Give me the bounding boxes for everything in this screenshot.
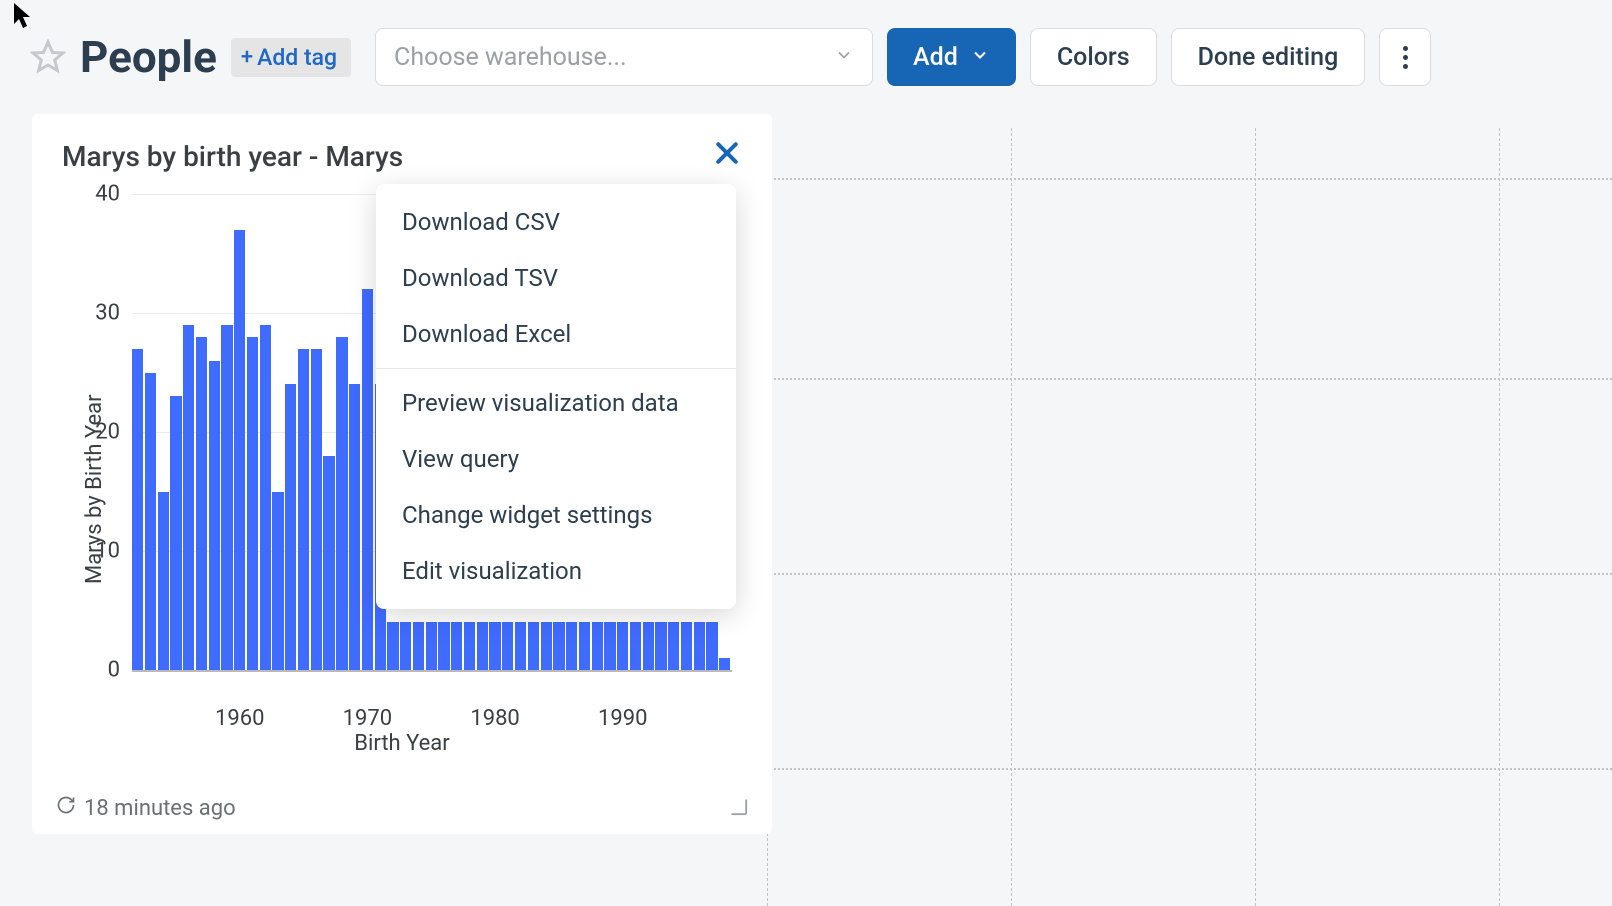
done-editing-button[interactable]: Done editing (1171, 28, 1366, 86)
bar[interactable] (489, 622, 500, 670)
more-actions-button[interactable] (1379, 28, 1431, 86)
bar[interactable] (630, 622, 641, 670)
bar[interactable] (541, 622, 552, 670)
bar[interactable] (298, 349, 309, 670)
bar[interactable] (502, 622, 513, 670)
x-tick-label: 1960 (215, 706, 264, 731)
bar[interactable] (694, 622, 705, 670)
bar[interactable] (655, 622, 666, 670)
bar[interactable] (438, 622, 449, 670)
add-button-label: Add (913, 43, 958, 72)
chevron-down-icon (834, 45, 854, 69)
bar[interactable] (553, 622, 564, 670)
star-icon[interactable] (30, 39, 66, 75)
x-tick-label: 1980 (470, 706, 519, 731)
menu-change-settings[interactable]: Change widget settings (376, 487, 736, 543)
menu-edit-viz[interactable]: Edit visualization (376, 543, 736, 599)
dashboard-canvas: Marys by birth year - Marys Marys by Bir… (0, 114, 1612, 906)
bar[interactable] (451, 622, 462, 670)
bar[interactable] (145, 373, 156, 671)
bar[interactable] (132, 349, 143, 670)
bar[interactable] (719, 658, 730, 670)
menu-download-excel[interactable]: Download Excel (376, 306, 736, 362)
bar[interactable] (592, 622, 603, 670)
bar[interactable] (566, 622, 577, 670)
bar[interactable] (170, 396, 181, 670)
bar[interactable] (643, 622, 654, 670)
bar[interactable] (260, 325, 271, 670)
bar[interactable] (528, 622, 539, 670)
bar[interactable] (617, 622, 628, 670)
bar[interactable] (706, 622, 717, 670)
add-tag-button[interactable]: + Add tag (231, 38, 351, 77)
menu-separator (376, 368, 736, 369)
bar[interactable] (515, 622, 526, 670)
warehouse-select[interactable]: Choose warehouse... (375, 28, 873, 86)
grid-horizontal-lines (767, 128, 1612, 906)
bar[interactable] (285, 384, 296, 670)
resize-handle-icon[interactable] (726, 794, 748, 822)
bar[interactable] (311, 349, 322, 670)
colors-button[interactable]: Colors (1030, 28, 1157, 86)
kebab-icon (1403, 46, 1408, 69)
bar[interactable] (158, 492, 169, 671)
bar[interactable] (183, 325, 194, 670)
bar[interactable] (323, 456, 334, 670)
menu-download-tsv[interactable]: Download TSV (376, 250, 736, 306)
y-tick-label: 10 (95, 539, 132, 564)
colors-button-label: Colors (1057, 43, 1130, 72)
widget-context-menu: Download CSV Download TSV Download Excel… (376, 184, 736, 609)
page-header: People + Add tag Choose warehouse... Add… (0, 0, 1612, 114)
bar[interactable] (400, 622, 411, 670)
bar[interactable] (349, 384, 360, 670)
x-tick-label: 1990 (598, 706, 647, 731)
close-icon[interactable] (712, 138, 742, 172)
bar[interactable] (477, 622, 488, 670)
y-tick-label: 20 (95, 420, 132, 445)
bar[interactable] (681, 622, 692, 670)
menu-download-csv[interactable]: Download CSV (376, 194, 736, 250)
refresh-icon[interactable] (56, 795, 76, 821)
y-tick-label: 40 (95, 182, 132, 207)
bar[interactable] (604, 622, 615, 670)
widget-footer: 18 minutes ago (56, 794, 748, 822)
bar[interactable] (579, 622, 590, 670)
bar[interactable] (196, 337, 207, 670)
bar[interactable] (234, 230, 245, 670)
bar[interactable] (668, 622, 679, 670)
bar[interactable] (464, 622, 475, 670)
y-tick-label: 30 (95, 301, 132, 326)
y-tick-label: 0 (108, 658, 132, 683)
done-editing-label: Done editing (1198, 43, 1339, 72)
bar[interactable] (413, 622, 424, 670)
x-axis-label: Birth Year (32, 731, 772, 756)
chevron-down-icon (970, 43, 990, 72)
bar[interactable] (387, 622, 398, 670)
widget-title[interactable]: Marys by birth year - Marys (32, 114, 772, 173)
menu-view-query[interactable]: View query (376, 431, 736, 487)
bar[interactable] (336, 337, 347, 670)
bar[interactable] (247, 337, 258, 670)
bar[interactable] (209, 361, 220, 670)
refreshed-ago-label: 18 minutes ago (84, 796, 236, 821)
chart-widget: Marys by birth year - Marys Marys by Bir… (32, 114, 772, 834)
menu-preview-data[interactable]: Preview visualization data (376, 375, 736, 431)
bar[interactable] (362, 289, 373, 670)
x-tick-label: 1970 (343, 706, 392, 731)
bar[interactable] (272, 492, 283, 671)
add-tag-label: Add tag (257, 44, 337, 71)
warehouse-placeholder: Choose warehouse... (394, 43, 627, 72)
plus-icon: + (241, 45, 253, 70)
bar[interactable] (221, 325, 232, 670)
page-title: People (80, 31, 217, 83)
add-button[interactable]: Add (887, 28, 1016, 86)
bar[interactable] (426, 622, 437, 670)
